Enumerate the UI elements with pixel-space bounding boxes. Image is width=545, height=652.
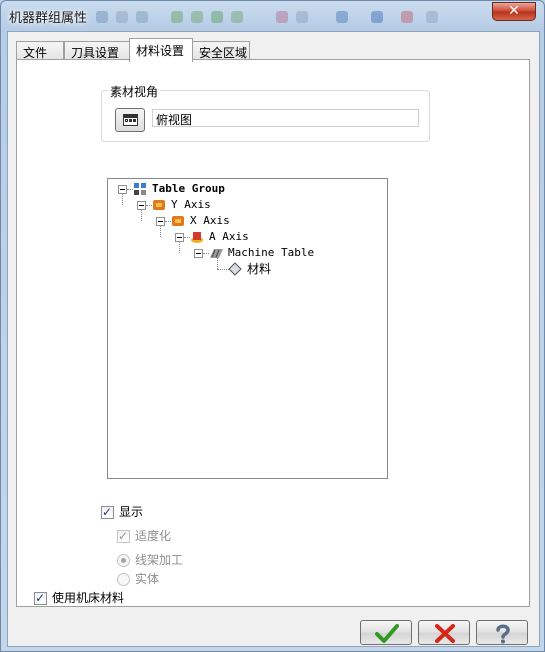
tree-node-label: X Axis [190,214,230,227]
use-machine-stock-checkbox[interactable] [34,590,47,606]
stock-settings-panel: 素材视角 俯视图 Table Group Y Axis X Axis A Axi… [16,59,530,607]
collapse-icon[interactable] [137,201,146,210]
tab-file[interactable]: 文件 [16,41,64,61]
ok-checkmark-icon [375,624,399,643]
fit-checkbox[interactable] [117,528,130,544]
stock-view-group: 素材视角 俯视图 [101,83,430,142]
tree-node-label: Machine Table [228,246,315,259]
tree-node-label: Y Axis [171,198,211,211]
tree-node-stock[interactable]: 材料 [213,261,413,277]
title-bar[interactable]: 机器群组属性 ✕ [1,1,544,31]
fit-checkbox-row[interactable]: 适度化 [117,528,217,544]
collapse-icon[interactable] [118,185,127,194]
ok-button[interactable] [360,620,412,645]
wireframe-radio-row[interactable]: 线架加工 [117,552,217,568]
window-title: 机器群组属性 [9,11,88,26]
close-icon: ✕ [508,3,520,19]
collapse-icon[interactable] [156,217,165,226]
close-button[interactable]: ✕ [492,2,536,21]
calendar-grid-icon [123,114,138,126]
fit-label: 适度化 [135,529,172,543]
background-toolbar [96,9,456,25]
display-label: 显示 [119,505,144,519]
use-machine-stock-row[interactable]: 使用机床材料 [34,590,154,606]
tree-node-y-axis[interactable]: Y Axis [137,197,337,213]
axis-icon [153,200,165,210]
wireframe-label: 线架加工 [135,553,184,567]
table-group-icon [134,183,146,195]
solid-radio[interactable] [117,573,130,586]
tab-stock-settings[interactable]: 材料设置 [129,38,193,62]
tab-safety-zone[interactable]: 安全区域 [192,41,250,61]
collapse-icon[interactable] [175,233,184,242]
cancel-x-icon [435,624,455,643]
machine-table-icon [210,249,223,258]
tree-node-label: Table Group [152,182,225,195]
display-checkbox[interactable] [101,504,114,520]
machine-tree[interactable]: Table Group Y Axis X Axis A Axis Machine… [107,178,388,479]
axis-icon [172,216,184,226]
help-button[interactable] [476,620,528,645]
solid-label: 实体 [135,572,160,586]
cancel-button[interactable] [418,620,470,645]
stock-view-group-label: 素材视角 [108,83,161,100]
tab-tool-settings[interactable]: 刀具设置 [64,41,130,61]
help-question-icon [496,624,510,644]
rotary-axis-icon [191,232,203,243]
stock-view-field: 俯视图 [152,109,419,127]
solid-radio-row[interactable]: 实体 [117,571,217,587]
tree-node-machine-table[interactable]: Machine Table [194,245,394,261]
display-checkbox-row[interactable]: 显示 [101,504,201,520]
tree-node-label: A Axis [209,230,249,243]
use-machine-stock-label: 使用机床材料 [52,591,125,605]
tree-node-x-axis[interactable]: X Axis [156,213,356,229]
dialog-window: 机器群组属性 ✕ 文件 刀具设置 材料设置 安全区域 素材视角 俯视图 Tabl… [0,0,545,652]
tree-node-label: 材料 [247,262,272,276]
stock-diamond-icon [228,262,242,276]
select-view-button[interactable] [115,108,145,132]
wireframe-radio[interactable] [117,554,130,567]
tree-node-table-group[interactable]: Table Group [118,181,378,197]
tree-node-a-axis[interactable]: A Axis [175,229,375,245]
collapse-icon[interactable] [194,249,203,258]
dialog-client: 文件 刀具设置 材料设置 安全区域 素材视角 俯视图 Table Group Y… [7,31,540,647]
